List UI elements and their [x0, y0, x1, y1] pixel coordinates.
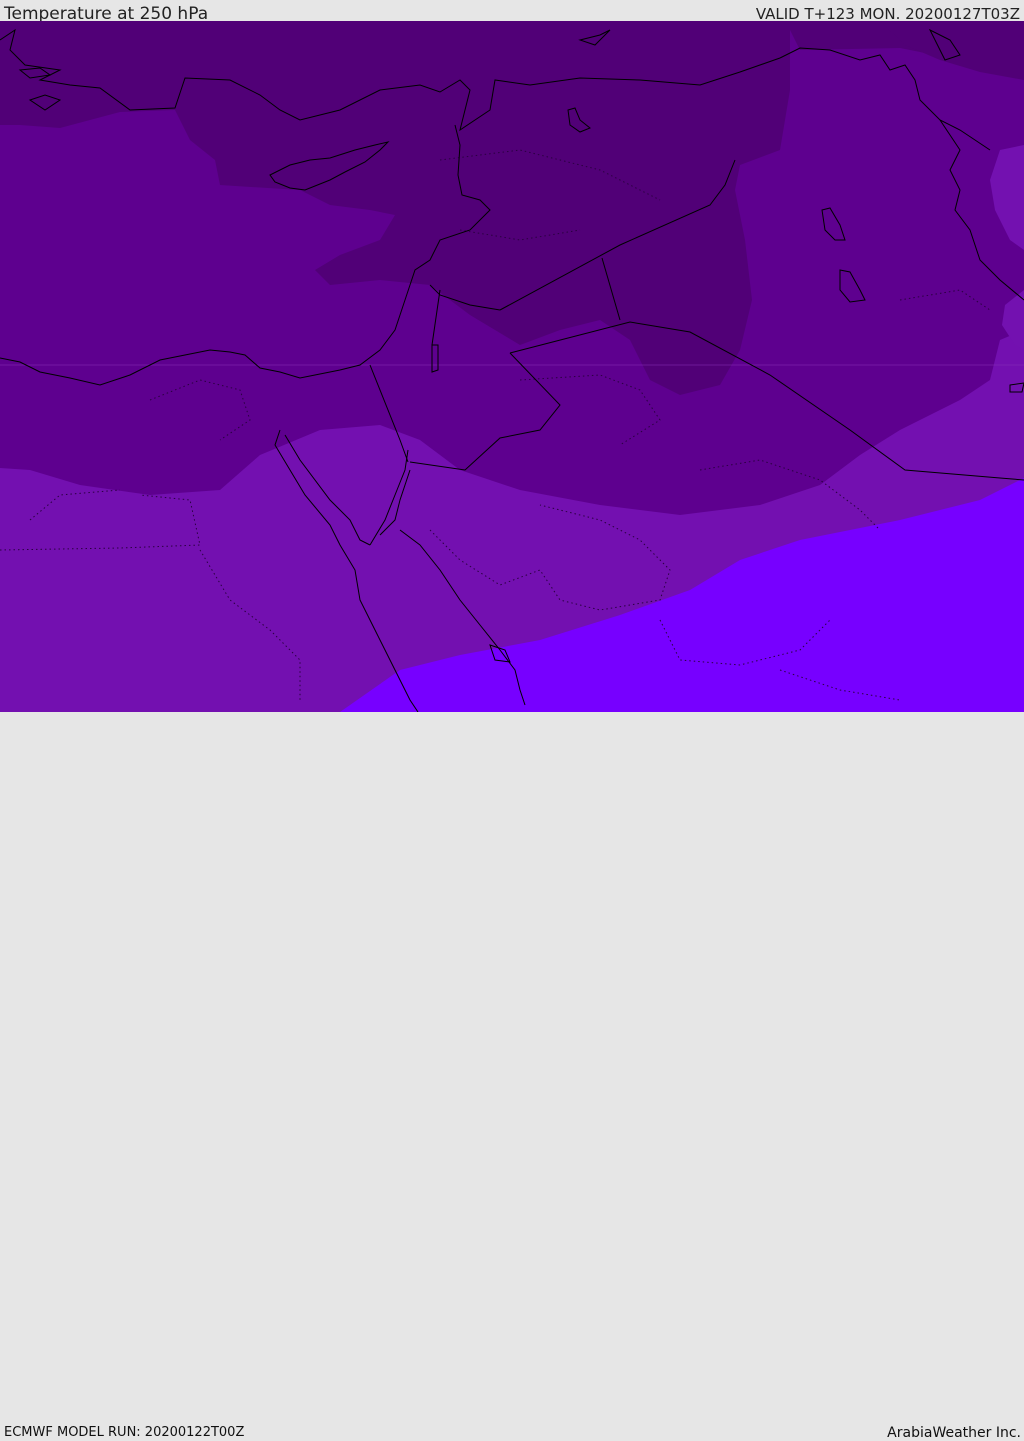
footer-bar: ECMWF MODEL RUN: 20200122T00Z ArabiaWeat… — [0, 712, 1024, 1441]
model-run-label: ECMWF MODEL RUN: 20200122T00Z — [4, 1425, 245, 1440]
header-bar: Temperature at 250 hPa VALID T+123 MON. … — [0, 0, 1024, 24]
brand-label: ArabiaWeather Inc. — [887, 1425, 1021, 1441]
temperature-map — [0, 21, 1024, 712]
